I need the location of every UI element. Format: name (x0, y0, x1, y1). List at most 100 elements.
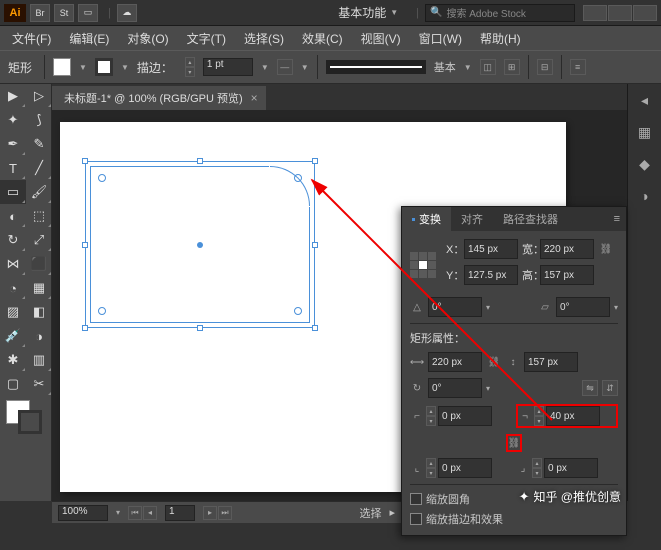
stepper-down[interactable]: ▾ (426, 416, 436, 426)
corner-widget[interactable] (294, 307, 302, 315)
resize-handle[interactable] (312, 158, 318, 164)
curvature-tool[interactable]: ✎ (26, 132, 52, 156)
resize-handle[interactable] (82, 158, 88, 164)
layers-panel-icon[interactable]: ◑ (633, 184, 657, 208)
rectangle-tool[interactable]: ▭ (0, 180, 26, 204)
chevron-down-icon[interactable]: ▼ (121, 63, 129, 72)
pen-tool[interactable]: ✒ (0, 132, 26, 156)
paintbrush-tool[interactable]: 🖌 (26, 180, 52, 204)
stroke-style-preview[interactable] (326, 60, 426, 74)
zoom-input[interactable]: 100% (58, 505, 108, 521)
stepper-up[interactable]: ▴ (532, 458, 542, 468)
magic-wand-tool[interactable]: ✦ (0, 108, 26, 132)
chevron-down-icon[interactable]: ▼ (79, 63, 87, 72)
stepper-up[interactable]: ▴ (534, 406, 544, 416)
minimize-button[interactable] (583, 5, 607, 21)
eyedropper-tool[interactable]: 💉 (0, 324, 26, 348)
stroke-swatch[interactable] (95, 58, 113, 76)
next-page-button[interactable]: ▸ (203, 506, 217, 520)
chevron-down-icon[interactable]: ▾ (486, 303, 490, 312)
corner-br-input[interactable]: 0 px (544, 458, 598, 478)
fill-swatch[interactable] (53, 58, 71, 76)
search-input[interactable]: 🔍 搜索 Adobe Stock (425, 4, 575, 22)
shaper-tool[interactable]: ◐ (0, 204, 26, 228)
workspace-dropdown[interactable]: 基本功能 ▼ (338, 4, 398, 21)
y-input[interactable]: 127.5 px (464, 265, 518, 285)
x-input[interactable]: 145 px (464, 239, 518, 259)
corner-widget[interactable] (98, 307, 106, 315)
last-page-button[interactable]: ⏭ (218, 506, 232, 520)
opacity-icon[interactable]: ◫ (480, 59, 496, 75)
rotate-tool[interactable]: ↻ (0, 228, 26, 252)
corner-bl-input[interactable]: 0 px (438, 458, 492, 478)
symbol-sprayer-tool[interactable]: ✱ (0, 348, 26, 372)
artboard-number-input[interactable]: 1 (165, 505, 195, 521)
resize-handle[interactable] (312, 325, 318, 331)
stroke-weight-input[interactable]: 1 pt (203, 58, 253, 76)
prev-page-button[interactable]: ◂ (143, 506, 157, 520)
direct-selection-tool[interactable]: ▷ (26, 84, 52, 108)
document-tab[interactable]: 未标题-1* @ 100% (RGB/GPU 预览) × (52, 86, 266, 110)
close-icon[interactable]: × (251, 91, 258, 105)
resize-handle[interactable] (197, 158, 203, 164)
cloud-icon[interactable]: ☁ (117, 4, 137, 22)
tab-align[interactable]: 对齐 (451, 207, 493, 231)
line-tool[interactable]: ╱ (26, 156, 52, 180)
stepper-down[interactable]: ▾ (534, 416, 544, 426)
tab-transform[interactable]: 变换 (402, 207, 451, 231)
stepper-down[interactable]: ▾ (532, 468, 542, 478)
fill-stroke-indicator[interactable] (0, 396, 51, 436)
rect-angle-input[interactable]: 0° (428, 378, 482, 398)
lasso-tool[interactable]: ⟆ (26, 108, 52, 132)
flip-h-icon[interactable]: ⇋ (582, 380, 598, 396)
resize-handle[interactable] (312, 242, 318, 248)
chevron-down-icon[interactable]: ▼ (464, 63, 472, 72)
reference-point-selector[interactable] (410, 252, 436, 278)
bridge-icon[interactable]: Br (30, 4, 50, 22)
angle-input[interactable]: 0° (428, 297, 482, 317)
stepper-up[interactable]: ▴ (426, 458, 436, 468)
menu-select[interactable]: 选择(S) (236, 27, 292, 50)
shear-input[interactable]: 0° (556, 297, 610, 317)
scale-strokes-checkbox[interactable]: 缩放描边和效果 (410, 511, 618, 527)
resize-handle[interactable] (197, 325, 203, 331)
menu-file[interactable]: 文件(F) (4, 27, 59, 50)
height-input[interactable]: 157 px (540, 265, 594, 285)
gradient-tool[interactable]: ◧ (26, 300, 52, 324)
resize-handle[interactable] (82, 325, 88, 331)
menu-view[interactable]: 视图(V) (353, 27, 409, 50)
column-graph-tool[interactable]: ▥ (26, 348, 52, 372)
stepper-down[interactable]: ▾ (426, 468, 436, 478)
brush-def-icon[interactable]: — (277, 59, 293, 75)
stock-icon[interactable]: St (54, 4, 74, 22)
corner-widget[interactable] (294, 174, 302, 182)
scale-tool[interactable]: ⤢ (26, 228, 52, 252)
menu-edit[interactable]: 编辑(E) (61, 27, 117, 50)
menu-type[interactable]: 文字(T) (179, 27, 234, 50)
mesh-tool[interactable]: ▨ (0, 300, 26, 324)
arrange-icon[interactable]: ▭ (78, 4, 98, 22)
width-tool[interactable]: ⋈ (0, 252, 26, 276)
corner-widget[interactable] (98, 174, 106, 182)
corner-tr-input[interactable]: 40 px (546, 406, 600, 426)
link-icon[interactable]: ⛓ (486, 353, 502, 371)
eraser-tool[interactable]: ⬚ (26, 204, 52, 228)
chevron-down-icon[interactable]: ▾ (614, 303, 618, 312)
first-page-button[interactable]: ⏮ (128, 506, 142, 520)
width-input[interactable]: 220 px (540, 239, 594, 259)
artboard-tool[interactable]: ▢ (0, 372, 26, 396)
recolor-icon[interactable]: ⊞ (504, 59, 520, 75)
corner-tl-input[interactable]: 0 px (438, 406, 492, 426)
flip-v-icon[interactable]: ⇵ (602, 380, 618, 396)
expand-panels-icon[interactable]: ◂ (633, 88, 657, 112)
tab-pathfinder[interactable]: 路径查找器 (493, 207, 568, 231)
menu-effect[interactable]: 效果(C) (294, 27, 351, 50)
stepper-up[interactable]: ▴ (185, 57, 195, 67)
stroke-color-icon[interactable] (18, 410, 42, 434)
align-icon[interactable]: ⊟ (537, 59, 553, 75)
chevron-down-icon[interactable]: ▾ (486, 384, 490, 393)
maximize-button[interactable] (608, 5, 632, 21)
free-transform-tool[interactable]: ⬛ (26, 252, 52, 276)
options-icon[interactable]: ≡ (570, 59, 586, 75)
blend-tool[interactable]: ◑ (26, 324, 52, 348)
